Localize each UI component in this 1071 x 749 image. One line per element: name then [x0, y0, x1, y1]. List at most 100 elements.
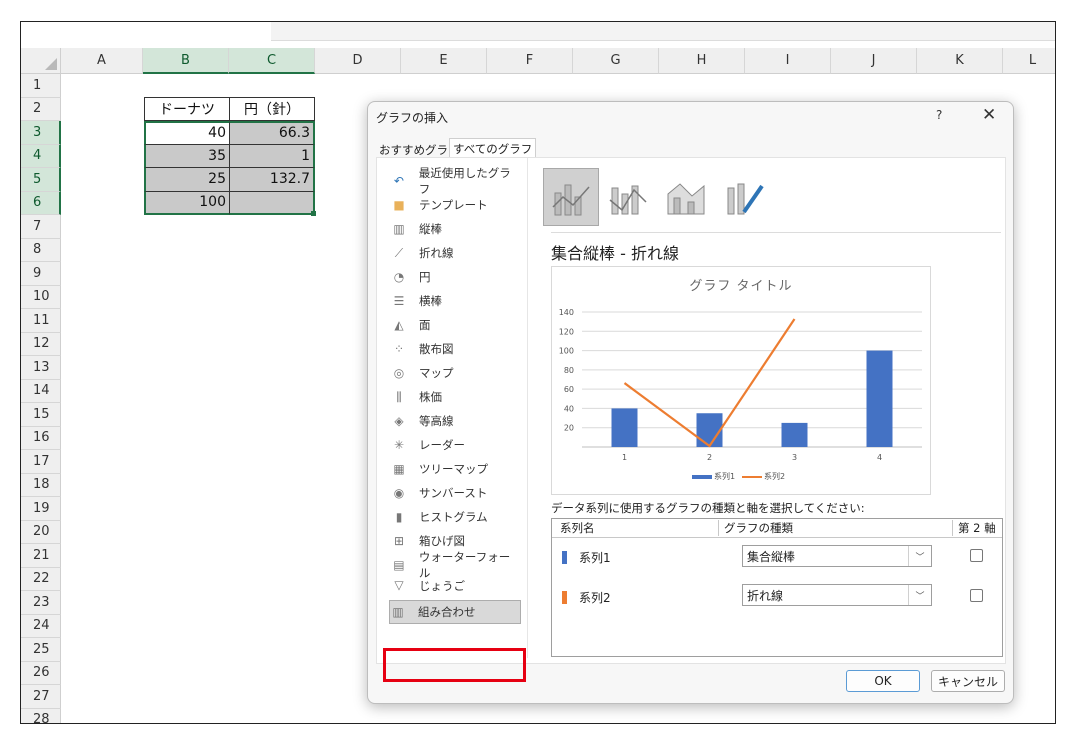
category-sunburst[interactable]: ◉ サンバースト: [391, 482, 521, 504]
category-area[interactable]: ◭ 面: [391, 314, 521, 336]
combo-thumbnail-2[interactable]: [601, 168, 655, 224]
folder-icon: ■: [393, 198, 405, 212]
row-header-4[interactable]: 4: [21, 144, 61, 168]
row-header-28[interactable]: 28: [21, 708, 61, 723]
row-header-3[interactable]: 3: [21, 121, 61, 145]
pie-chart-icon: ◔: [393, 270, 405, 284]
category-stock[interactable]: ⫼ 株価: [391, 386, 521, 408]
row-header-8[interactable]: 8: [21, 238, 61, 262]
cell-c3[interactable]: 66.3: [229, 121, 315, 145]
row-header-7[interactable]: 7: [21, 215, 61, 239]
legend-label-series1: 系列1: [714, 471, 735, 481]
column-header-f[interactable]: F: [487, 48, 573, 74]
series1-secondary-axis-checkbox[interactable]: [970, 549, 983, 562]
treemap-icon: ▦: [393, 462, 405, 476]
category-treemap[interactable]: ▦ ツリーマップ: [391, 458, 521, 480]
row-header-2[interactable]: 2: [21, 97, 61, 121]
row-header-6[interactable]: 6: [21, 191, 61, 215]
category-map[interactable]: ◎ マップ: [391, 362, 521, 384]
category-bar[interactable]: ☰ 横棒: [391, 290, 521, 312]
row-header-24[interactable]: 24: [21, 614, 61, 638]
row-header-11[interactable]: 11: [21, 309, 61, 333]
row-header-27[interactable]: 27: [21, 685, 61, 709]
row-header-9[interactable]: 9: [21, 262, 61, 286]
category-line[interactable]: ⟋ 折れ線: [391, 242, 521, 264]
category-label: ツリーマップ: [419, 462, 488, 476]
sunburst-icon: ◉: [393, 486, 405, 500]
cancel-button[interactable]: キャンセル: [931, 670, 1005, 692]
clustered-column-line-icon: [552, 184, 590, 216]
category-recent[interactable]: ↶ 最近使用したグラフ: [391, 166, 521, 196]
column-header-c[interactable]: C: [229, 48, 315, 74]
row-header-15[interactable]: 15: [21, 403, 61, 427]
column-header-b[interactable]: B: [143, 48, 229, 74]
series2-secondary-axis-checkbox[interactable]: [970, 589, 983, 602]
tab-all-charts[interactable]: すべてのグラフ: [449, 138, 537, 159]
column-header-d[interactable]: D: [315, 48, 401, 74]
cell-b2-header[interactable]: ドーナツ: [144, 97, 230, 121]
close-icon[interactable]: ✕: [982, 105, 996, 125]
funnel-icon: ▽: [394, 578, 404, 592]
combo-thumbnail-3[interactable]: [659, 168, 713, 224]
row-header-12[interactable]: 12: [21, 332, 61, 356]
category-surface[interactable]: ◈ 等高線: [391, 410, 521, 432]
category-label: 横棒: [419, 294, 442, 308]
chart-type-value: 集合縦棒: [747, 549, 796, 564]
series1-chart-type-select[interactable]: 集合縦棒 ﹀: [742, 545, 932, 567]
category-histogram[interactable]: ▮ ヒストグラム: [391, 506, 521, 528]
combo-thumbnail-1[interactable]: [543, 168, 599, 226]
cell-b5[interactable]: 25: [144, 168, 230, 192]
cell-b6[interactable]: 100: [144, 191, 230, 215]
y-tick-label: 20: [564, 424, 574, 433]
column-header-h[interactable]: H: [659, 48, 745, 74]
category-radar[interactable]: ✳ レーダー: [391, 434, 521, 456]
row-header-14[interactable]: 14: [21, 379, 61, 403]
column-header-k[interactable]: K: [917, 48, 1003, 74]
series2-chart-type-select[interactable]: 折れ線 ﹀: [742, 584, 932, 606]
fill-handle[interactable]: [311, 211, 316, 216]
row-header-23[interactable]: 23: [21, 591, 61, 615]
cell-b3[interactable]: 40: [144, 121, 230, 145]
series-color-swatch: [562, 591, 567, 604]
cell-c4[interactable]: 1: [229, 144, 315, 168]
category-column[interactable]: ▥ 縦棒: [391, 218, 521, 240]
row-header-1[interactable]: 1: [21, 74, 61, 98]
category-scatter[interactable]: ⁘ 散布図: [391, 338, 521, 360]
combo-thumbnail-4[interactable]: [717, 168, 771, 224]
row-header-16[interactable]: 16: [21, 426, 61, 450]
ok-button[interactable]: OK: [846, 670, 920, 692]
category-funnel[interactable]: ▽ じょうご: [391, 578, 521, 592]
row-header-25[interactable]: 25: [21, 638, 61, 662]
row-header-10[interactable]: 10: [21, 285, 61, 309]
column-header-e[interactable]: E: [401, 48, 487, 74]
row-header-20[interactable]: 20: [21, 520, 61, 544]
category-templates[interactable]: ■ テンプレート: [391, 194, 521, 216]
category-waterfall[interactable]: ▤ ウォーターフォール: [391, 550, 521, 580]
column-header-j[interactable]: J: [831, 48, 917, 74]
custom-combo-icon: [727, 183, 764, 215]
column-header-l[interactable]: L: [1003, 48, 1055, 74]
row-header-13[interactable]: 13: [21, 356, 61, 380]
row-header-26[interactable]: 26: [21, 661, 61, 685]
cell-c5[interactable]: 132.7: [229, 168, 315, 192]
column-header-g[interactable]: G: [573, 48, 659, 74]
line-chart-icon: ⟋: [394, 245, 404, 260]
row-header-5[interactable]: 5: [21, 168, 61, 192]
row-header-19[interactable]: 19: [21, 497, 61, 521]
row-header-18[interactable]: 18: [21, 473, 61, 497]
cell-b4[interactable]: 35: [144, 144, 230, 168]
chevron-down-icon: ﹀: [908, 585, 931, 605]
column-header-i[interactable]: I: [745, 48, 831, 74]
column-header-a[interactable]: A: [61, 48, 143, 74]
select-all-corner[interactable]: [21, 48, 61, 74]
map-chart-icon: ◎: [393, 366, 405, 380]
row-header-21[interactable]: 21: [21, 544, 61, 568]
category-pie[interactable]: ◔ 円: [391, 266, 521, 288]
cell-c2-header[interactable]: 円（針）: [229, 97, 315, 121]
category-combo[interactable]: ▥ 組み合わせ: [389, 600, 521, 624]
histogram-icon: ▮: [395, 510, 403, 524]
row-header-22[interactable]: 22: [21, 567, 61, 591]
cell-c6[interactable]: [229, 191, 315, 215]
help-button[interactable]: ?: [936, 108, 942, 122]
row-header-17[interactable]: 17: [21, 450, 61, 474]
